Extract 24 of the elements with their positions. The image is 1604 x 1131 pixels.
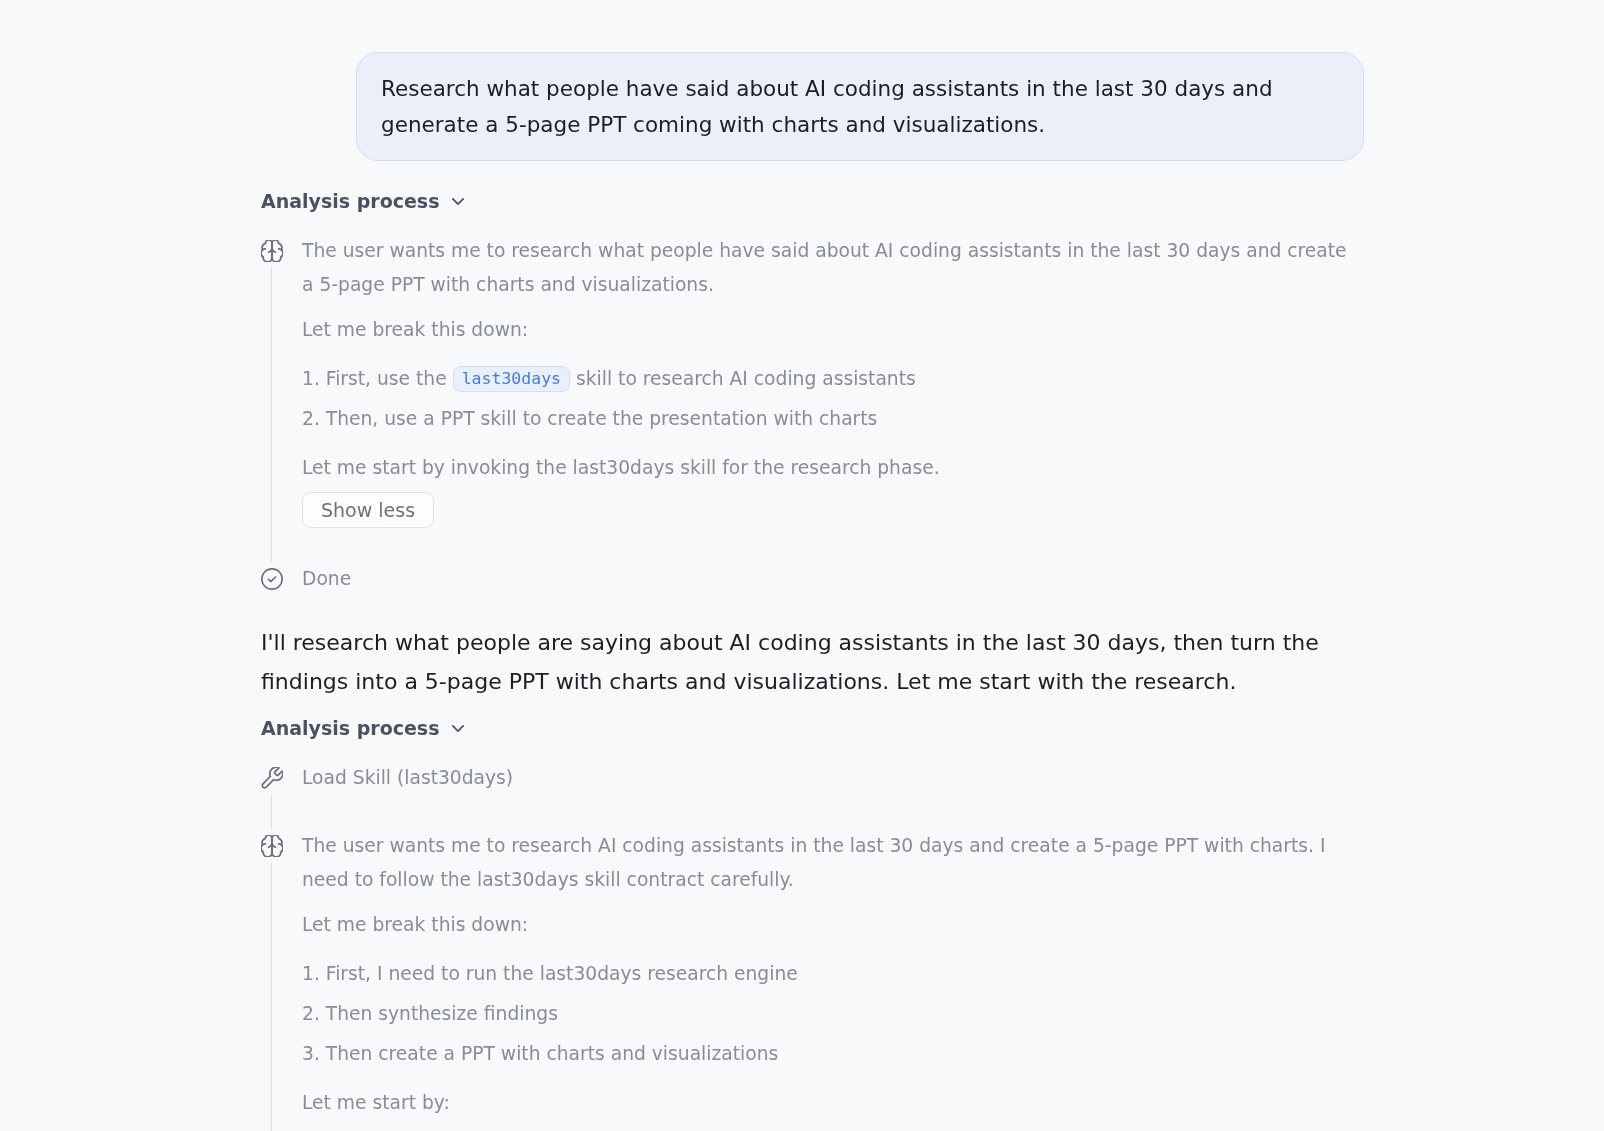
thinking-text: The user wants me to research what people have said about AI coding assistants in the last 30 days and create a 5-page PPT with charts and visualizations. (302, 239, 1348, 297)
tool-call-label: Load Skill (last30days) (302, 766, 515, 790)
thinking-text: Let me break this down: (302, 318, 530, 342)
show-less-button[interactable]: Show less (302, 492, 435, 528)
list-item: 2. Then synthesize findings (302, 1002, 559, 1026)
chevron-down-icon (451, 197, 464, 205)
brain-icon (261, 835, 283, 857)
thinking-text: Let me start by invoking the last30days skill for the research phase. (302, 456, 941, 480)
assistant-message: I'll research what people are saying about AI coding assistants in the last 30 days, then turn the findings into a 5-page PPT with charts and visualizations. Let me start with the research. (261, 629, 1320, 696)
thinking-text: The user wants me to research AI coding assistants in the last 30 days and create a 5-page PPT with charts. I need to follow the last30days skill contract carefully. (302, 834, 1327, 892)
check-circle-icon (261, 568, 283, 590)
brain-icon (261, 240, 283, 262)
wrench-icon (261, 767, 283, 789)
list-item: 1. First, use the last30days skill to research AI coding assistants (302, 362, 1357, 396)
chevron-down-icon (451, 724, 464, 732)
analysis-process-toggle[interactable]: Analysis process (261, 187, 464, 215)
list-item: 2. Then, use a PPT skill to create the presentation with charts (302, 407, 879, 431)
status-label: Done (302, 567, 353, 591)
thinking-text: Let me start by: (302, 1091, 451, 1115)
list-item: 3. Then create a PPT with charts and visualizations (302, 1042, 780, 1066)
thinking-text: Let me break this down: (302, 913, 530, 937)
list-item: 1. First, I need to run the last30days research engine (302, 962, 799, 986)
user-message-bubble: Research what people have said about AI coding assistants in the last 30 days and generate a 5-page PPT coming with charts and visualizations. (356, 52, 1364, 161)
analysis-process-toggle[interactable]: Analysis process (261, 714, 464, 742)
